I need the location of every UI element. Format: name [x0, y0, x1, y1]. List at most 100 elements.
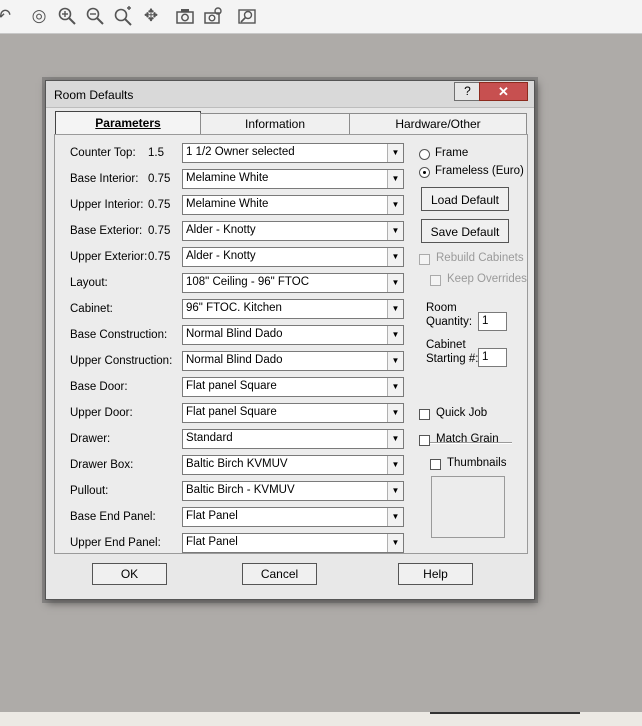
upper-construction-label: Upper Construction: — [70, 355, 173, 367]
cabinet-selected: 96" FTOC. Kitchen — [186, 302, 282, 314]
pan-icon[interactable]: ✥ — [141, 6, 161, 26]
upper-end-panel-selected: Flat Panel — [186, 536, 238, 548]
camera-settings-icon[interactable] — [203, 6, 223, 26]
quick-job-label[interactable]: Quick Job — [436, 407, 487, 419]
keep-overrides-checkbox[interactable] — [430, 275, 441, 286]
camera-icon[interactable] — [175, 6, 195, 26]
rebuild-cabinets-checkbox[interactable] — [419, 254, 430, 265]
frameless-radio-label[interactable]: Frameless (Euro) — [435, 165, 524, 177]
cabinet-starting-label: Cabinet — [426, 339, 466, 351]
frameless-radio[interactable] — [419, 167, 430, 178]
close-button[interactable]: ✕ — [479, 82, 528, 101]
base-construction-select[interactable]: Normal Blind Dado ▼ — [182, 325, 404, 345]
room-quantity-label-2: Quantity: — [426, 316, 473, 328]
layout-select[interactable]: 108" Ceiling - 96" FTOC ▼ — [182, 273, 404, 293]
main-toolbar: ↶ ◎ ✥ — [0, 0, 642, 34]
cancel-button[interactable]: Cancel — [242, 563, 317, 585]
chevron-down-icon[interactable]: ▼ — [387, 222, 403, 240]
undo-icon[interactable]: ↶ — [0, 6, 14, 26]
thumbnails-checkbox[interactable] — [430, 459, 441, 470]
chevron-down-icon[interactable]: ▼ — [387, 482, 403, 500]
chevron-down-icon[interactable]: ▼ — [387, 404, 403, 422]
counter-top-label: Counter Top: — [70, 147, 136, 159]
drawer-select[interactable]: Standard ▼ — [182, 429, 404, 449]
ok-button[interactable]: OK — [92, 563, 167, 585]
title-help-button[interactable]: ? — [454, 82, 481, 101]
chevron-down-icon[interactable]: ▼ — [387, 170, 403, 188]
thumbnails-label[interactable]: Thumbnails — [447, 457, 506, 469]
drawer-box-selected: Baltic Birch KVMUV — [186, 458, 288, 470]
base-interior-selected: Melamine White — [186, 172, 269, 184]
chevron-down-icon[interactable]: ▼ — [387, 144, 403, 162]
save-default-button[interactable]: Save Default — [421, 219, 509, 243]
upper-end-panel-label: Upper End Panel: — [70, 537, 161, 549]
chevron-down-icon[interactable]: ▼ — [387, 300, 403, 318]
counter-top-select[interactable]: 1 1/2 Owner selected ▼ — [182, 143, 404, 163]
chevron-down-icon[interactable]: ▼ — [387, 508, 403, 526]
upper-exterior-label: Upper Exterior: — [70, 251, 148, 263]
base-interior-select[interactable]: Melamine White ▼ — [182, 169, 404, 189]
zoom-out-icon[interactable] — [85, 6, 105, 26]
room-defaults-dialog: Room Defaults ? ✕ Parameters Information… — [45, 80, 535, 600]
cabinet-starting-label-2: Starting #: — [426, 353, 479, 365]
upper-door-selected: Flat panel Square — [186, 406, 277, 418]
upper-interior-label: Upper Interior: — [70, 199, 144, 211]
room-quantity-input[interactable]: 1 — [478, 312, 507, 331]
chevron-down-icon[interactable]: ▼ — [387, 326, 403, 344]
upper-door-select[interactable]: Flat panel Square ▼ — [182, 403, 404, 423]
pullout-select[interactable]: Baltic Birch - KVMUV ▼ — [182, 481, 404, 501]
base-exterior-selected: Alder - Knotty — [186, 224, 256, 236]
upper-exterior-select[interactable]: Alder - Knotty ▼ — [182, 247, 404, 267]
upper-interior-selected: Melamine White — [186, 198, 269, 210]
drawer-label: Drawer: — [70, 433, 111, 445]
zoom-in-icon[interactable] — [57, 6, 77, 26]
background-window-fragment — [0, 712, 642, 726]
cabinet-label: Cabinet: — [70, 303, 113, 315]
cabinet-starting-input[interactable]: 1 — [478, 348, 507, 367]
base-interior-value: 0.75 — [148, 173, 171, 185]
keep-overrides-label: Keep Overrides — [447, 273, 527, 285]
chevron-down-icon[interactable]: ▼ — [387, 430, 403, 448]
upper-interior-select[interactable]: Melamine White ▼ — [182, 195, 404, 215]
upper-end-panel-select[interactable]: Flat Panel ▼ — [182, 533, 404, 553]
tab-information[interactable]: Information — [200, 113, 350, 134]
parameters-panel: Counter Top: 1.5 1 1/2 Owner selected ▼ B… — [54, 134, 528, 554]
dialog-titlebar[interactable]: Room Defaults ? ✕ — [46, 81, 534, 108]
frame-radio[interactable] — [419, 149, 430, 160]
chevron-down-icon[interactable]: ▼ — [387, 378, 403, 396]
chevron-down-icon[interactable]: ▼ — [387, 274, 403, 292]
chevron-down-icon[interactable]: ▼ — [387, 248, 403, 266]
base-interior-label: Base Interior: — [70, 173, 139, 185]
load-default-button[interactable]: Load Default — [421, 187, 509, 211]
target-icon[interactable]: ◎ — [29, 6, 49, 26]
base-end-panel-select[interactable]: Flat Panel ▼ — [182, 507, 404, 527]
base-exterior-value: 0.75 — [148, 225, 171, 237]
match-grain-checkbox[interactable] — [419, 435, 430, 446]
quick-job-checkbox[interactable] — [419, 409, 430, 420]
tab-bar: Parameters Information Hardware/Other — [54, 111, 527, 134]
base-construction-selected: Normal Blind Dado — [186, 328, 283, 340]
zoom-extents-icon[interactable] — [113, 6, 133, 26]
room-quantity-label: Room — [426, 302, 457, 314]
chevron-down-icon[interactable]: ▼ — [387, 352, 403, 370]
zoom-window-icon[interactable] — [237, 6, 257, 26]
upper-construction-select[interactable]: Normal Blind Dado ▼ — [182, 351, 404, 371]
base-end-panel-label: Base End Panel: — [70, 511, 156, 523]
base-door-select[interactable]: Flat panel Square ▼ — [182, 377, 404, 397]
frame-radio-label[interactable]: Frame — [435, 147, 468, 159]
pullout-label: Pullout: — [70, 485, 109, 497]
tab-hardware-other[interactable]: Hardware/Other — [349, 113, 527, 134]
chevron-down-icon[interactable]: ▼ — [387, 456, 403, 474]
cabinet-select[interactable]: 96" FTOC. Kitchen ▼ — [182, 299, 404, 319]
base-exterior-select[interactable]: Alder - Knotty ▼ — [182, 221, 404, 241]
thumbnail-preview — [431, 476, 505, 538]
upper-door-label: Upper Door: — [70, 407, 133, 419]
tab-parameters[interactable]: Parameters — [55, 111, 201, 134]
chevron-down-icon[interactable]: ▼ — [387, 196, 403, 214]
drawer-box-select[interactable]: Baltic Birch KVMUV ▼ — [182, 455, 404, 475]
chevron-down-icon[interactable]: ▼ — [387, 534, 403, 552]
help-button[interactable]: Help — [398, 563, 473, 585]
base-door-label: Base Door: — [70, 381, 128, 393]
base-door-selected: Flat panel Square — [186, 380, 277, 392]
match-grain-label[interactable]: Match Grain — [436, 433, 499, 445]
